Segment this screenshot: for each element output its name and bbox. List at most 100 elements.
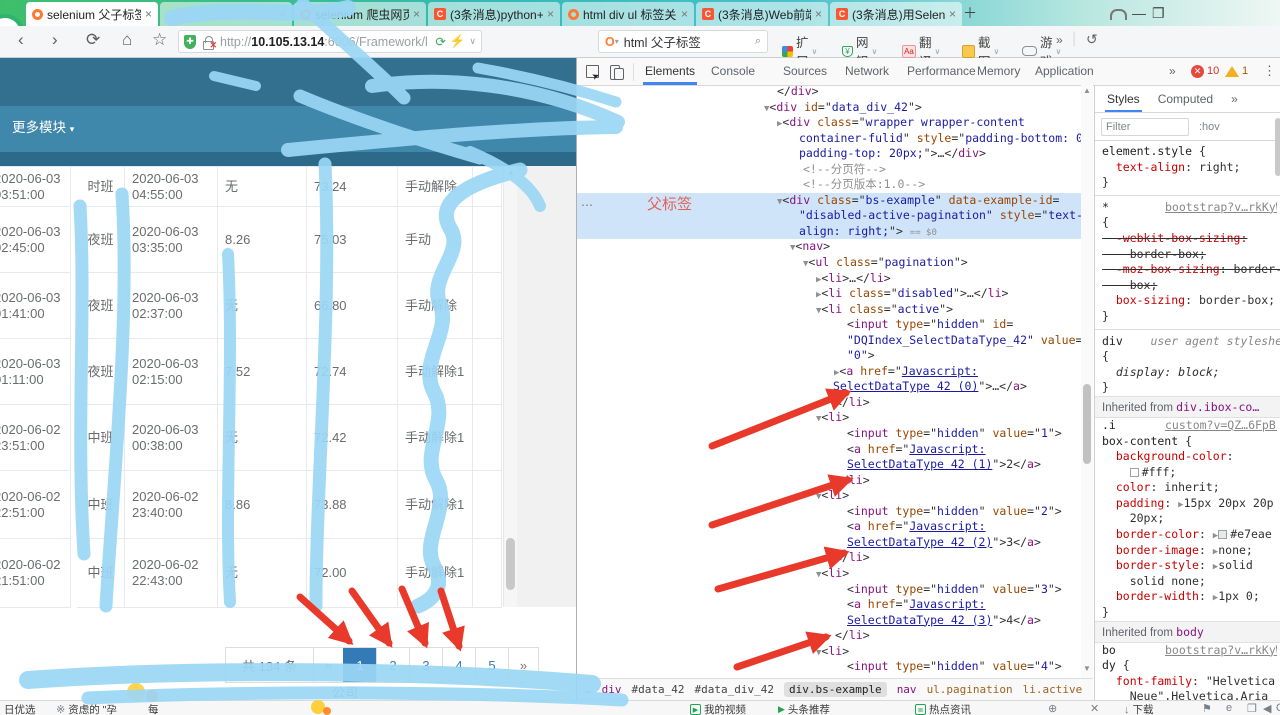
browser-tab[interactable]: C (3条消息)python+ ×: [428, 2, 560, 26]
breadcrumb-item[interactable]: li.active: [1023, 683, 1083, 696]
browser-tab[interactable]: C (3条消息)Web前端 ×: [696, 2, 828, 26]
style-line[interactable]: -moz-box-sizing: border-: [1095, 262, 1280, 278]
style-line[interactable]: .icustom?v=QZ…6FpBkP_o1: [1095, 418, 1280, 434]
style-line[interactable]: box;: [1095, 278, 1280, 294]
code-line[interactable]: ▼<li class="active">: [577, 302, 1093, 318]
code-line[interactable]: <input type="hidden" id=: [577, 317, 1093, 333]
style-line[interactable]: Neue",Helvetica,Aria: [1095, 689, 1280, 700]
breadcrumb-item[interactable]: ul.pagination: [927, 683, 1013, 696]
taskbar-item[interactable]: ❐: [1247, 702, 1257, 715]
code-line[interactable]: <a href="Javascript:: [577, 597, 1093, 613]
scroll-up-icon[interactable]: ▲: [1083, 86, 1091, 95]
code-line[interactable]: ▶<li>…</li>: [577, 271, 1093, 287]
devtools-tab-sources[interactable]: Sources: [783, 64, 827, 78]
style-line[interactable]: *bootstrap?v…rkKyWrw01: [1095, 200, 1280, 216]
new-tab-button[interactable]: ＋: [963, 1, 977, 25]
style-line[interactable]: 20px;: [1095, 511, 1280, 527]
breadcrumb-item[interactable]: nav: [897, 683, 917, 696]
styles-tab-styles[interactable]: Styles: [1105, 92, 1142, 112]
code-line[interactable]: </li>: [577, 473, 1093, 489]
code-line[interactable]: ▶<div class="wrapper wrapper-content: [577, 115, 1093, 131]
elements-scrollbar-thumb[interactable]: [1083, 384, 1091, 464]
theme-hat-icon[interactable]: [1110, 9, 1127, 20]
stylesheet-link[interactable]: bootstrap?v…rkKyWrw01: [1165, 200, 1277, 216]
taskbar-item[interactable]: ⊕: [1048, 702, 1057, 715]
devtools-tab-elements[interactable]: Elements: [642, 64, 698, 85]
url-text[interactable]: http://10.105.13.14:6006/Framework/l: [220, 35, 435, 49]
breadcrumb-item[interactable]: …: [585, 683, 592, 696]
style-line[interactable]: element.style {: [1095, 144, 1280, 160]
code-line[interactable]: ▼<nav>: [577, 239, 1093, 255]
back-button[interactable]: ‹: [18, 30, 24, 50]
page-number-button[interactable]: 1: [343, 648, 376, 682]
code-line[interactable]: container-fulid" style="padding-bottom: …: [577, 131, 1093, 147]
url-dropdown-chevron-icon[interactable]: ∨: [469, 36, 476, 47]
devtools-tab-console[interactable]: Console: [711, 64, 755, 78]
bookmark-star-icon[interactable]: ☆: [152, 30, 167, 50]
devtools-tab-performance[interactable]: Performance: [907, 64, 976, 78]
styles-filter-input[interactable]: Filter: [1101, 117, 1189, 136]
taskbar-item[interactable]: Q: [1276, 702, 1280, 714]
page-prev-button[interactable]: «: [313, 648, 343, 682]
style-line[interactable]: color: inherit;: [1095, 480, 1280, 496]
code-line[interactable]: ▼<li>: [577, 644, 1093, 660]
code-line[interactable]: ▶<li class="disabled">…</li>: [577, 286, 1093, 302]
site-safety-shield-icon[interactable]: ✚: [184, 34, 196, 49]
error-count[interactable]: 10: [1207, 65, 1219, 77]
breadcrumb-item[interactable]: div.bs-example: [783, 682, 887, 697]
page-number-button[interactable]: 5: [475, 648, 508, 682]
page-scrollbar[interactable]: ▲: [503, 166, 517, 607]
taskbar-item[interactable]: ▶ 我的视频: [690, 702, 746, 715]
style-line[interactable]: display: block;: [1095, 365, 1280, 381]
warning-badge-icon[interactable]: [1225, 66, 1239, 77]
breadcrumb-item[interactable]: #data_div_42: [694, 683, 773, 696]
tab-close-icon[interactable]: ×: [815, 7, 822, 21]
address-bar[interactable]: ✚ ✕ http://10.105.13.14:6006/Framework/l…: [178, 30, 482, 53]
breadcrumb-item[interactable]: div: [602, 683, 622, 696]
style-line[interactable]: #fff;: [1095, 465, 1280, 481]
search-box[interactable]: O ▾ html 父子标签 ⌕: [598, 30, 768, 53]
page-number-button[interactable]: 2: [376, 648, 409, 682]
style-line[interactable]: }: [1095, 175, 1280, 191]
style-line[interactable]: box-content {: [1095, 434, 1280, 450]
code-line[interactable]: ▶<a href="Javascript:: [577, 364, 1093, 380]
code-line[interactable]: <!--分页版本:1.0-->: [577, 177, 1093, 193]
node-ellipsis-icon[interactable]: ⋯: [581, 198, 594, 212]
taskbar-item[interactable]: ⚑: [1202, 702, 1212, 715]
code-line[interactable]: </li>: [577, 550, 1093, 566]
speed-bolt-icon[interactable]: ⚡: [450, 34, 466, 49]
toolbar-more-icon[interactable]: »: [1056, 33, 1063, 47]
tab-close-icon[interactable]: ×: [145, 7, 152, 21]
breadcrumb-item[interactable]: #data_42: [632, 683, 685, 696]
style-line[interactable]: border-image: ▶none;: [1095, 543, 1280, 559]
code-line[interactable]: SelectDataType 42 (1)">2</a>: [577, 457, 1093, 473]
code-line[interactable]: ▼<li>: [577, 566, 1093, 582]
code-line[interactable]: </div>: [577, 84, 1093, 100]
home-button[interactable]: ⌂: [122, 30, 132, 50]
page-number-button[interactable]: 3: [409, 648, 442, 682]
tab-close-icon[interactable]: ×: [279, 7, 286, 21]
code-line[interactable]: <input type="hidden" value="2">: [577, 504, 1093, 520]
style-line[interactable]: text-align: right;: [1095, 160, 1280, 176]
code-line[interactable]: <input type="hidden" value="3">: [577, 582, 1093, 598]
search-engine-icon[interactable]: O: [605, 35, 615, 49]
maximize-button[interactable]: ❒: [1152, 1, 1165, 25]
taskbar-item[interactable]: ≣ 热点资讯: [915, 702, 971, 715]
page-number-button[interactable]: 4: [442, 648, 475, 682]
page-next-button[interactable]: »: [508, 648, 538, 682]
code-line[interactable]: align: right;"> == $0: [577, 223, 1093, 240]
style-line[interactable]: border-width: ▶1px 0;: [1095, 589, 1280, 605]
taskbar-item[interactable]: ✕: [1090, 702, 1099, 715]
style-line[interactable]: border-box;: [1095, 247, 1280, 263]
styles-tab-computed[interactable]: Computed: [1158, 92, 1213, 106]
style-line[interactable]: background-color:: [1095, 449, 1280, 465]
style-line[interactable]: {: [1095, 215, 1280, 231]
style-line[interactable]: }: [1095, 605, 1280, 621]
code-line[interactable]: <a href="Javascript:: [577, 442, 1093, 458]
code-line[interactable]: ▼<li>: [577, 488, 1093, 504]
taskbar-item[interactable]: 日优选: [4, 702, 36, 715]
browser-tab[interactable]: html div ul 标签关 ×: [562, 2, 694, 26]
forward-button[interactable]: ›: [52, 30, 58, 50]
taskbar-item[interactable]: ※ 资虑的 "孕: [56, 702, 117, 715]
code-line[interactable]: "0">: [577, 348, 1093, 364]
